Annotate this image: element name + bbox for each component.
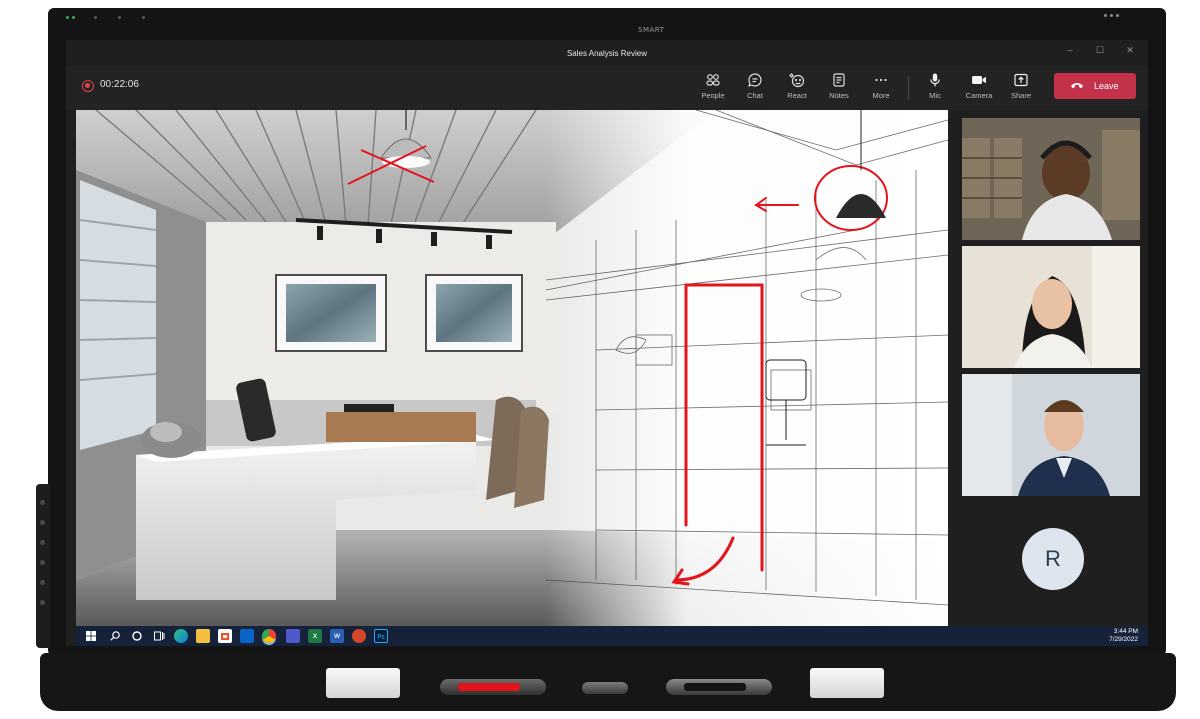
more-icon [864, 70, 898, 90]
more-button[interactable]: More [864, 70, 898, 106]
cortana-icon[interactable] [130, 629, 144, 643]
search-icon[interactable] [108, 629, 122, 643]
red-pen[interactable] [440, 679, 546, 695]
meeting-title: Sales Analysis Review [566, 49, 648, 58]
share-icon [1004, 70, 1038, 90]
chat-icon [738, 70, 772, 90]
tray-button[interactable] [582, 682, 628, 694]
participant-video [962, 246, 1140, 368]
meeting-control-bar: 00:22:06 People Chat React Notes More Mi… [66, 66, 1148, 110]
sensor-dot [66, 16, 69, 19]
eraser-left[interactable] [326, 668, 400, 698]
leave-button[interactable]: Leave [1054, 73, 1136, 99]
system-clock[interactable]: 3:44 PM 7/29/2022 [1109, 628, 1138, 644]
participant-tile[interactable] [962, 118, 1140, 240]
sensor-dot [94, 16, 97, 19]
side-button[interactable] [40, 520, 45, 525]
sensor-dot [72, 16, 75, 19]
side-button[interactable] [40, 500, 45, 505]
hang-up-icon [1070, 81, 1084, 91]
interior-render-image [76, 110, 948, 626]
camera-label: Camera [965, 91, 993, 100]
edge-icon[interactable] [174, 629, 188, 643]
participant-tile[interactable] [962, 374, 1140, 496]
leave-label: Leave [1094, 81, 1119, 91]
participant-video [962, 118, 1140, 240]
mic-icon [918, 70, 952, 90]
black-pen[interactable] [666, 679, 772, 695]
close-button[interactable]: ✕ [1122, 45, 1138, 56]
participant-avatar: R [1022, 528, 1084, 590]
photoshop-icon[interactable]: Ps [374, 629, 388, 643]
share-button[interactable]: Share [1004, 70, 1038, 106]
file-explorer-icon[interactable] [196, 629, 210, 643]
camera-button[interactable]: Camera [962, 70, 996, 106]
excel-icon[interactable]: x [308, 629, 322, 643]
clock-date: 7/29/2022 [1109, 636, 1138, 643]
sensor-dot [118, 16, 121, 19]
participant-tile[interactable]: R [962, 504, 1140, 610]
word-icon[interactable]: w [330, 629, 344, 643]
notes-label: Notes [829, 91, 849, 100]
people-icon [696, 70, 730, 90]
sensor-dot [1104, 14, 1107, 17]
participant-gallery: R [956, 110, 1148, 626]
participant-video [962, 374, 1140, 496]
recording-icon [82, 80, 94, 92]
windows-start-icon[interactable] [84, 629, 98, 643]
react-label: React [787, 91, 807, 100]
mic-label: Mic [929, 91, 941, 100]
side-button[interactable] [40, 540, 45, 545]
title-bar: Sales Analysis Review – ☐ ✕ [66, 40, 1148, 66]
side-button[interactable] [40, 600, 45, 605]
task-view-icon[interactable] [152, 629, 166, 643]
toolbar-divider [908, 76, 909, 100]
camera-icon [962, 70, 996, 90]
notes-icon [822, 70, 856, 90]
participant-tile[interactable] [962, 246, 1140, 368]
teams-window: Sales Analysis Review – ☐ ✕ 00:22:06 Peo… [66, 40, 1148, 646]
windows-taskbar: x w Ps 3:44 PM 7/29/2022 [76, 626, 1148, 646]
mic-button[interactable]: Mic [918, 70, 952, 106]
teams-icon[interactable] [286, 629, 300, 643]
side-button[interactable] [40, 560, 45, 565]
notes-button[interactable]: Notes [822, 70, 856, 106]
react-icon [780, 70, 814, 90]
people-label: People [701, 91, 725, 100]
minimize-button[interactable]: – [1062, 45, 1078, 55]
sensor-dot [1116, 14, 1119, 17]
shared-content-stage[interactable] [76, 110, 948, 626]
sensor-dot [1110, 14, 1113, 17]
chat-label: Chat [747, 91, 763, 100]
recording-timer: 00:22:06 [100, 79, 139, 90]
chat-button[interactable]: Chat [738, 70, 772, 106]
outlook-icon[interactable] [240, 629, 254, 643]
more-label: More [872, 91, 890, 100]
maximize-button[interactable]: ☐ [1092, 45, 1108, 56]
powerpoint-icon[interactable] [352, 629, 366, 643]
clock-time: 3:44 PM [1113, 628, 1138, 635]
react-button[interactable]: React [780, 70, 814, 106]
side-connector-panel [36, 484, 50, 648]
side-button[interactable] [40, 580, 45, 585]
eraser-right[interactable] [810, 668, 884, 698]
chrome-icon[interactable] [262, 629, 276, 643]
brand-label: SMART [638, 26, 665, 34]
people-button[interactable]: People [696, 70, 730, 106]
store-icon[interactable] [218, 629, 232, 643]
share-label: Share [1010, 91, 1031, 100]
sensor-dot [142, 16, 145, 19]
